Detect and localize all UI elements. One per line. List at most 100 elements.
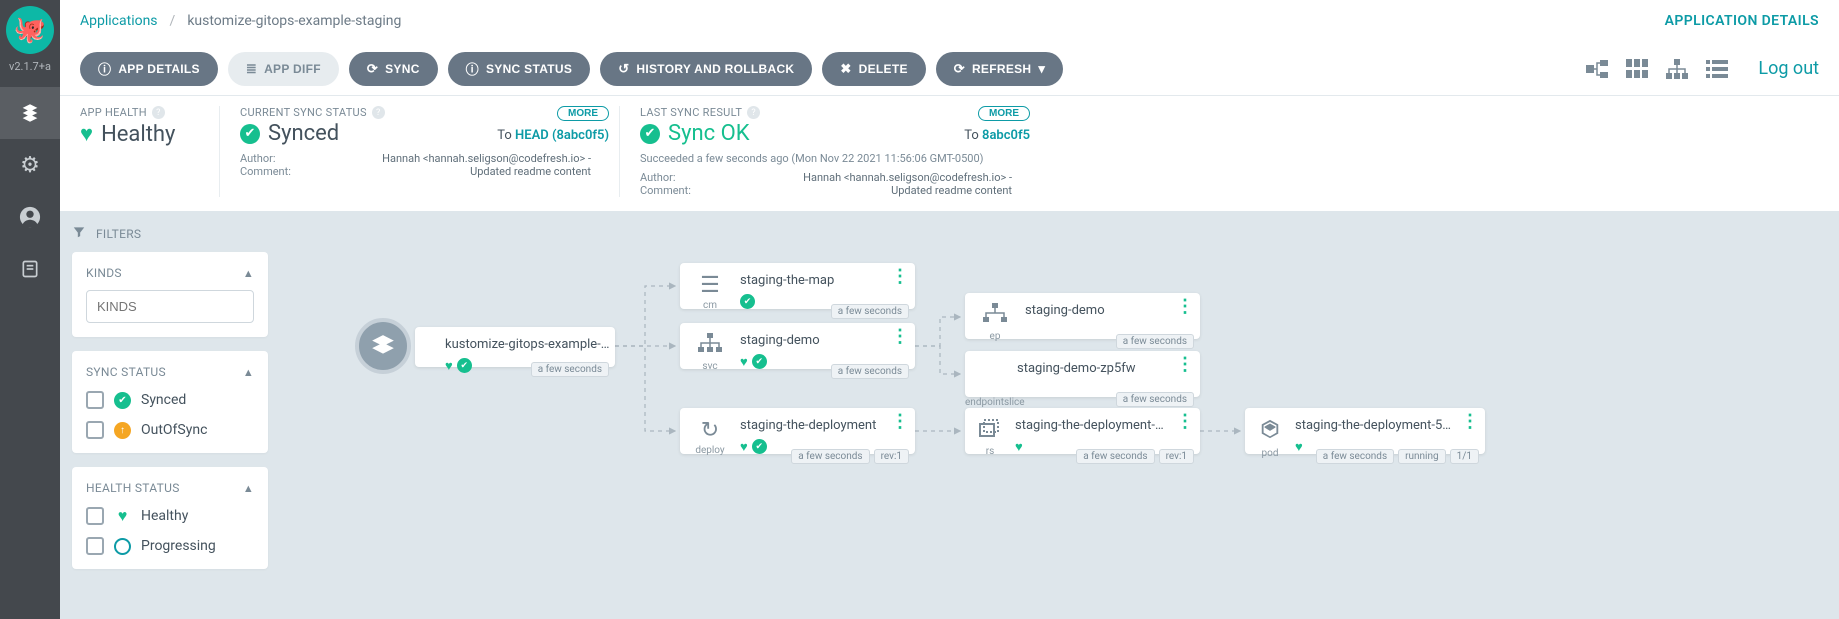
node-menu-icon[interactable]: ⋮ xyxy=(1461,418,1479,425)
filter-icon xyxy=(72,225,86,242)
main: Applications / kustomize-gitops-example-… xyxy=(60,0,1839,619)
page-title: APPLICATION DETAILS xyxy=(1665,13,1819,29)
sync-status-panel: SYNC STATUS ▲ ✔ Synced ↑ OutOfSync xyxy=(72,351,268,453)
status-label: APP HEALTH? xyxy=(80,106,191,119)
collapse-icon: ▲ xyxy=(243,482,254,495)
view-switch xyxy=(1584,58,1730,80)
configmap-icon: ☰ xyxy=(700,273,720,298)
kind-label: svc xyxy=(702,361,717,372)
revision-link[interactable]: 8abc0f5 xyxy=(982,128,1030,143)
graph-node-es[interactable]: staging-demo-zp5fw ⋮ a few seconds xyxy=(965,351,1200,397)
kind-label: rs xyxy=(986,446,995,457)
synced-icon: ✔ xyxy=(752,439,767,454)
sync-target: To 8abc0f5 xyxy=(964,128,1030,143)
sync-status-button[interactable]: ⓘSYNC STATUS xyxy=(448,52,591,86)
diff-icon: ≣ xyxy=(246,61,257,77)
nav-docs-icon[interactable] xyxy=(0,243,60,295)
nav-user-icon[interactable] xyxy=(0,191,60,243)
healthy-icon: ♥ xyxy=(114,508,131,525)
kinds-input[interactable] xyxy=(86,290,254,323)
history-rollback-button[interactable]: ↺HISTORY AND ROLLBACK xyxy=(600,52,812,86)
panel-head[interactable]: KINDS ▲ xyxy=(86,266,254,280)
replicaset-icon xyxy=(978,418,1002,444)
filter-item-synced[interactable]: ✔ Synced xyxy=(86,391,254,409)
network-view-icon[interactable] xyxy=(1664,58,1690,80)
resource-graph[interactable]: kustomize-gitops-example-sta... ♥✔ a few… xyxy=(280,211,1839,619)
breadcrumb-root[interactable]: Applications xyxy=(80,13,158,29)
more-button[interactable]: MORE xyxy=(978,106,1030,121)
checkbox[interactable] xyxy=(86,507,104,525)
node-menu-icon[interactable]: ⋮ xyxy=(1176,303,1194,310)
heart-icon: ♥ xyxy=(80,121,93,147)
node-name: staging-the-map xyxy=(740,273,834,288)
app-health-block: APP HEALTH? ♥Healthy xyxy=(80,106,220,197)
help-icon[interactable]: ? xyxy=(372,106,385,119)
sync-button[interactable]: ⟳SYNC xyxy=(349,52,438,86)
filter-item-healthy[interactable]: ♥ Healthy xyxy=(86,507,254,525)
root-app-icon[interactable] xyxy=(355,318,411,374)
nav-applications-icon[interactable] xyxy=(0,87,60,139)
checkbox[interactable] xyxy=(86,421,104,439)
age-tag: a few seconds xyxy=(1076,449,1154,464)
graph-node-cm[interactable]: ☰ cm staging-the-map ✔ ⋮ a few seconds xyxy=(680,263,915,309)
list-view-icon[interactable] xyxy=(1704,58,1730,80)
node-menu-icon[interactable]: ⋮ xyxy=(891,333,909,340)
node-menu-icon[interactable]: ⋮ xyxy=(891,418,909,425)
panel-head[interactable]: SYNC STATUS ▲ xyxy=(86,365,254,379)
app-diff-button[interactable]: ≣APP DIFF xyxy=(228,52,339,86)
version-label: v2.1.7+a xyxy=(0,60,60,73)
node-name: staging-the-deployment xyxy=(740,418,876,433)
synced-icon: ✔ xyxy=(752,354,767,369)
panel-head[interactable]: HEALTH STATUS ▲ xyxy=(86,481,254,495)
running-tag: running xyxy=(1398,449,1446,464)
succeeded-text: Succeeded a few seconds ago (Mon Nov 22 … xyxy=(640,152,1012,165)
heart-icon: ♥ xyxy=(740,439,748,455)
age-tag: a few seconds xyxy=(831,304,909,319)
label: APP DETAILS xyxy=(118,62,200,76)
last-sync-block: LAST SYNC RESULT? MORE ✔Sync OK To 8abc0… xyxy=(640,106,1040,197)
filters-head: FILTERS xyxy=(72,225,268,242)
tree-view-icon[interactable] xyxy=(1584,58,1610,80)
node-menu-icon[interactable]: ⋮ xyxy=(1176,361,1194,368)
graph-node-deploy[interactable]: ↻ deploy staging-the-deployment ♥✔ ⋮ a f… xyxy=(680,408,915,454)
filter-item-progressing[interactable]: Progressing xyxy=(86,537,254,555)
synced-icon: ✔ xyxy=(114,392,131,409)
node-menu-icon[interactable]: ⋮ xyxy=(1176,418,1194,425)
checkbox[interactable] xyxy=(86,391,104,409)
check-circle-icon: ✔ xyxy=(240,124,260,144)
app-details-button[interactable]: ⓘAPP DETAILS xyxy=(80,52,218,86)
nav-settings-icon[interactable]: ⚙ xyxy=(0,139,60,191)
age-tag: a few seconds xyxy=(1316,449,1394,464)
info-icon: ⓘ xyxy=(466,59,479,78)
more-button[interactable]: MORE xyxy=(557,106,609,121)
graph-node-app[interactable]: kustomize-gitops-example-sta... ♥✔ a few… xyxy=(415,327,615,367)
age-tag: a few seconds xyxy=(831,364,909,379)
graph-node-pod[interactable]: pod staging-the-deployment-5888d... ♥ ⋮ … xyxy=(1245,408,1485,454)
refresh-icon: ⟳ xyxy=(954,61,965,77)
node-name: staging-demo xyxy=(1025,303,1105,318)
delete-button[interactable]: ✖DELETE xyxy=(822,52,925,86)
log-out-link[interactable]: Log out xyxy=(1758,58,1819,79)
service-icon xyxy=(698,333,722,359)
checkbox[interactable] xyxy=(86,537,104,555)
rev-tag: rev:1 xyxy=(1159,449,1194,464)
age-tag: a few seconds xyxy=(1116,392,1194,407)
progressing-icon xyxy=(114,538,131,555)
graph-node-svc[interactable]: svc staging-demo ♥✔ ⋮ a few seconds xyxy=(680,323,915,369)
graph-node-ep[interactable]: ep staging-demo ⋮ a few seconds xyxy=(965,293,1200,339)
help-icon[interactable]: ? xyxy=(747,106,760,119)
grid-view-icon[interactable] xyxy=(1624,58,1650,80)
graph-node-rs[interactable]: rs staging-the-deployment-5888d... ♥ ⋮ a… xyxy=(965,408,1200,454)
revision-link[interactable]: HEAD (8abc0f5) xyxy=(515,128,609,143)
content: FILTERS KINDS ▲ SYNC STATUS ▲ ✔ Synced xyxy=(60,211,1839,619)
filter-item-outofsync[interactable]: ↑ OutOfSync xyxy=(86,421,254,439)
refresh-button[interactable]: ⟳REFRESH▾ xyxy=(936,52,1063,86)
heart-icon: ♥ xyxy=(445,358,453,374)
help-icon[interactable]: ? xyxy=(152,106,165,119)
collapse-icon: ▲ xyxy=(243,366,254,379)
kind-label: pod xyxy=(1262,448,1279,459)
health-status-panel: HEALTH STATUS ▲ ♥ Healthy Progressing xyxy=(72,467,268,569)
node-menu-icon[interactable]: ⋮ xyxy=(891,273,909,280)
label: REFRESH xyxy=(972,62,1031,76)
top-row: Applications / kustomize-gitops-example-… xyxy=(60,0,1839,42)
